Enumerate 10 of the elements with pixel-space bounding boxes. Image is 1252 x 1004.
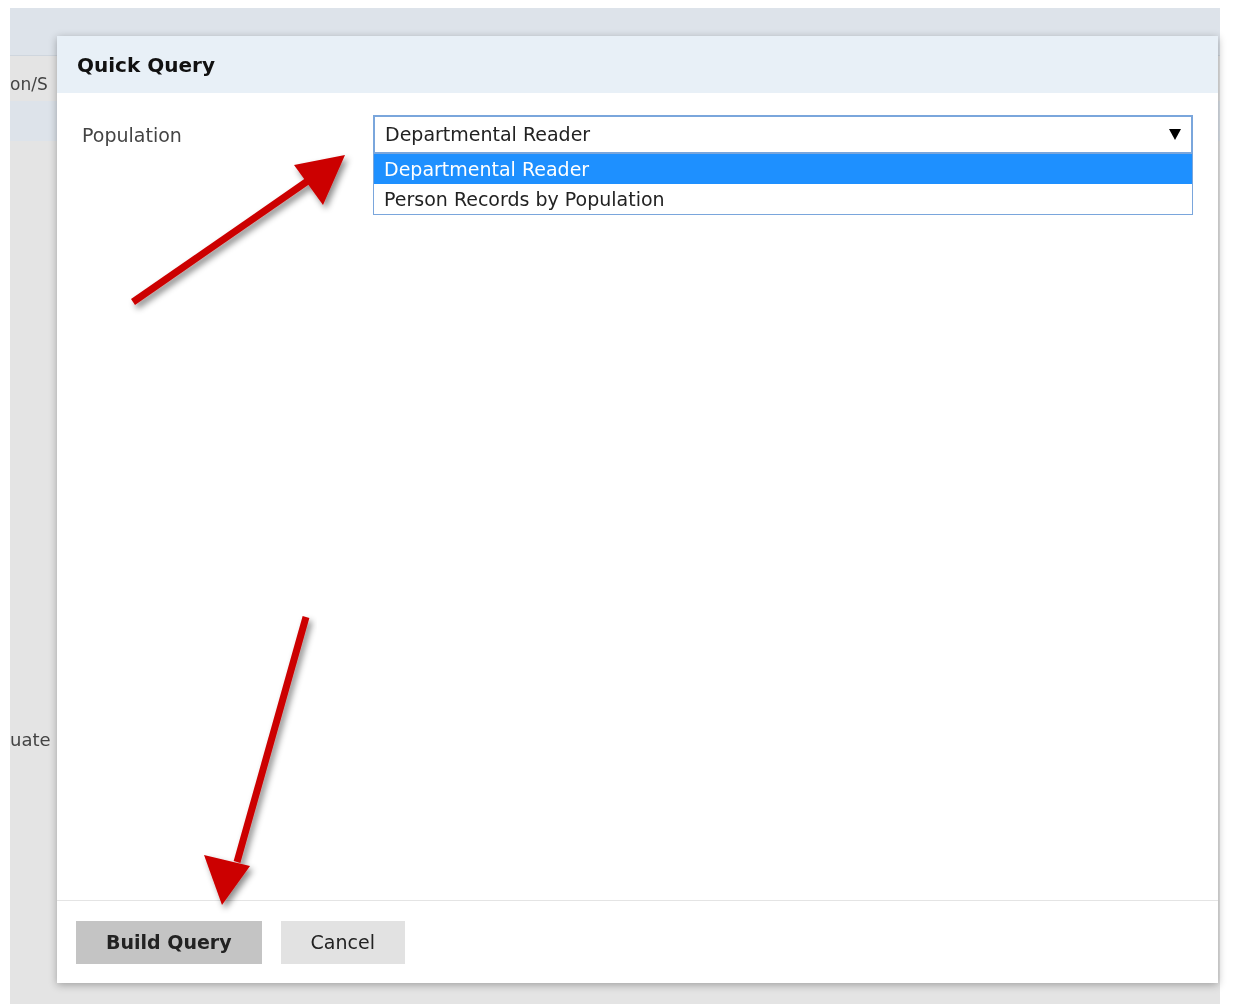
cancel-button[interactable]: Cancel (280, 921, 405, 964)
dialog-title: Quick Query (77, 52, 215, 79)
field-label: Population (82, 124, 182, 146)
build-query-button[interactable]: Build Query (76, 921, 262, 964)
caret-icon (1169, 129, 1181, 140)
background-text: uate (10, 728, 51, 752)
dropdown[interactable]: Departmental Reader (373, 115, 1193, 154)
background-text: on/S (10, 73, 48, 96)
dropdown-value: Departmental Reader (385, 122, 591, 148)
dropdown-option[interactable]: Person Records by Population (374, 184, 1192, 214)
